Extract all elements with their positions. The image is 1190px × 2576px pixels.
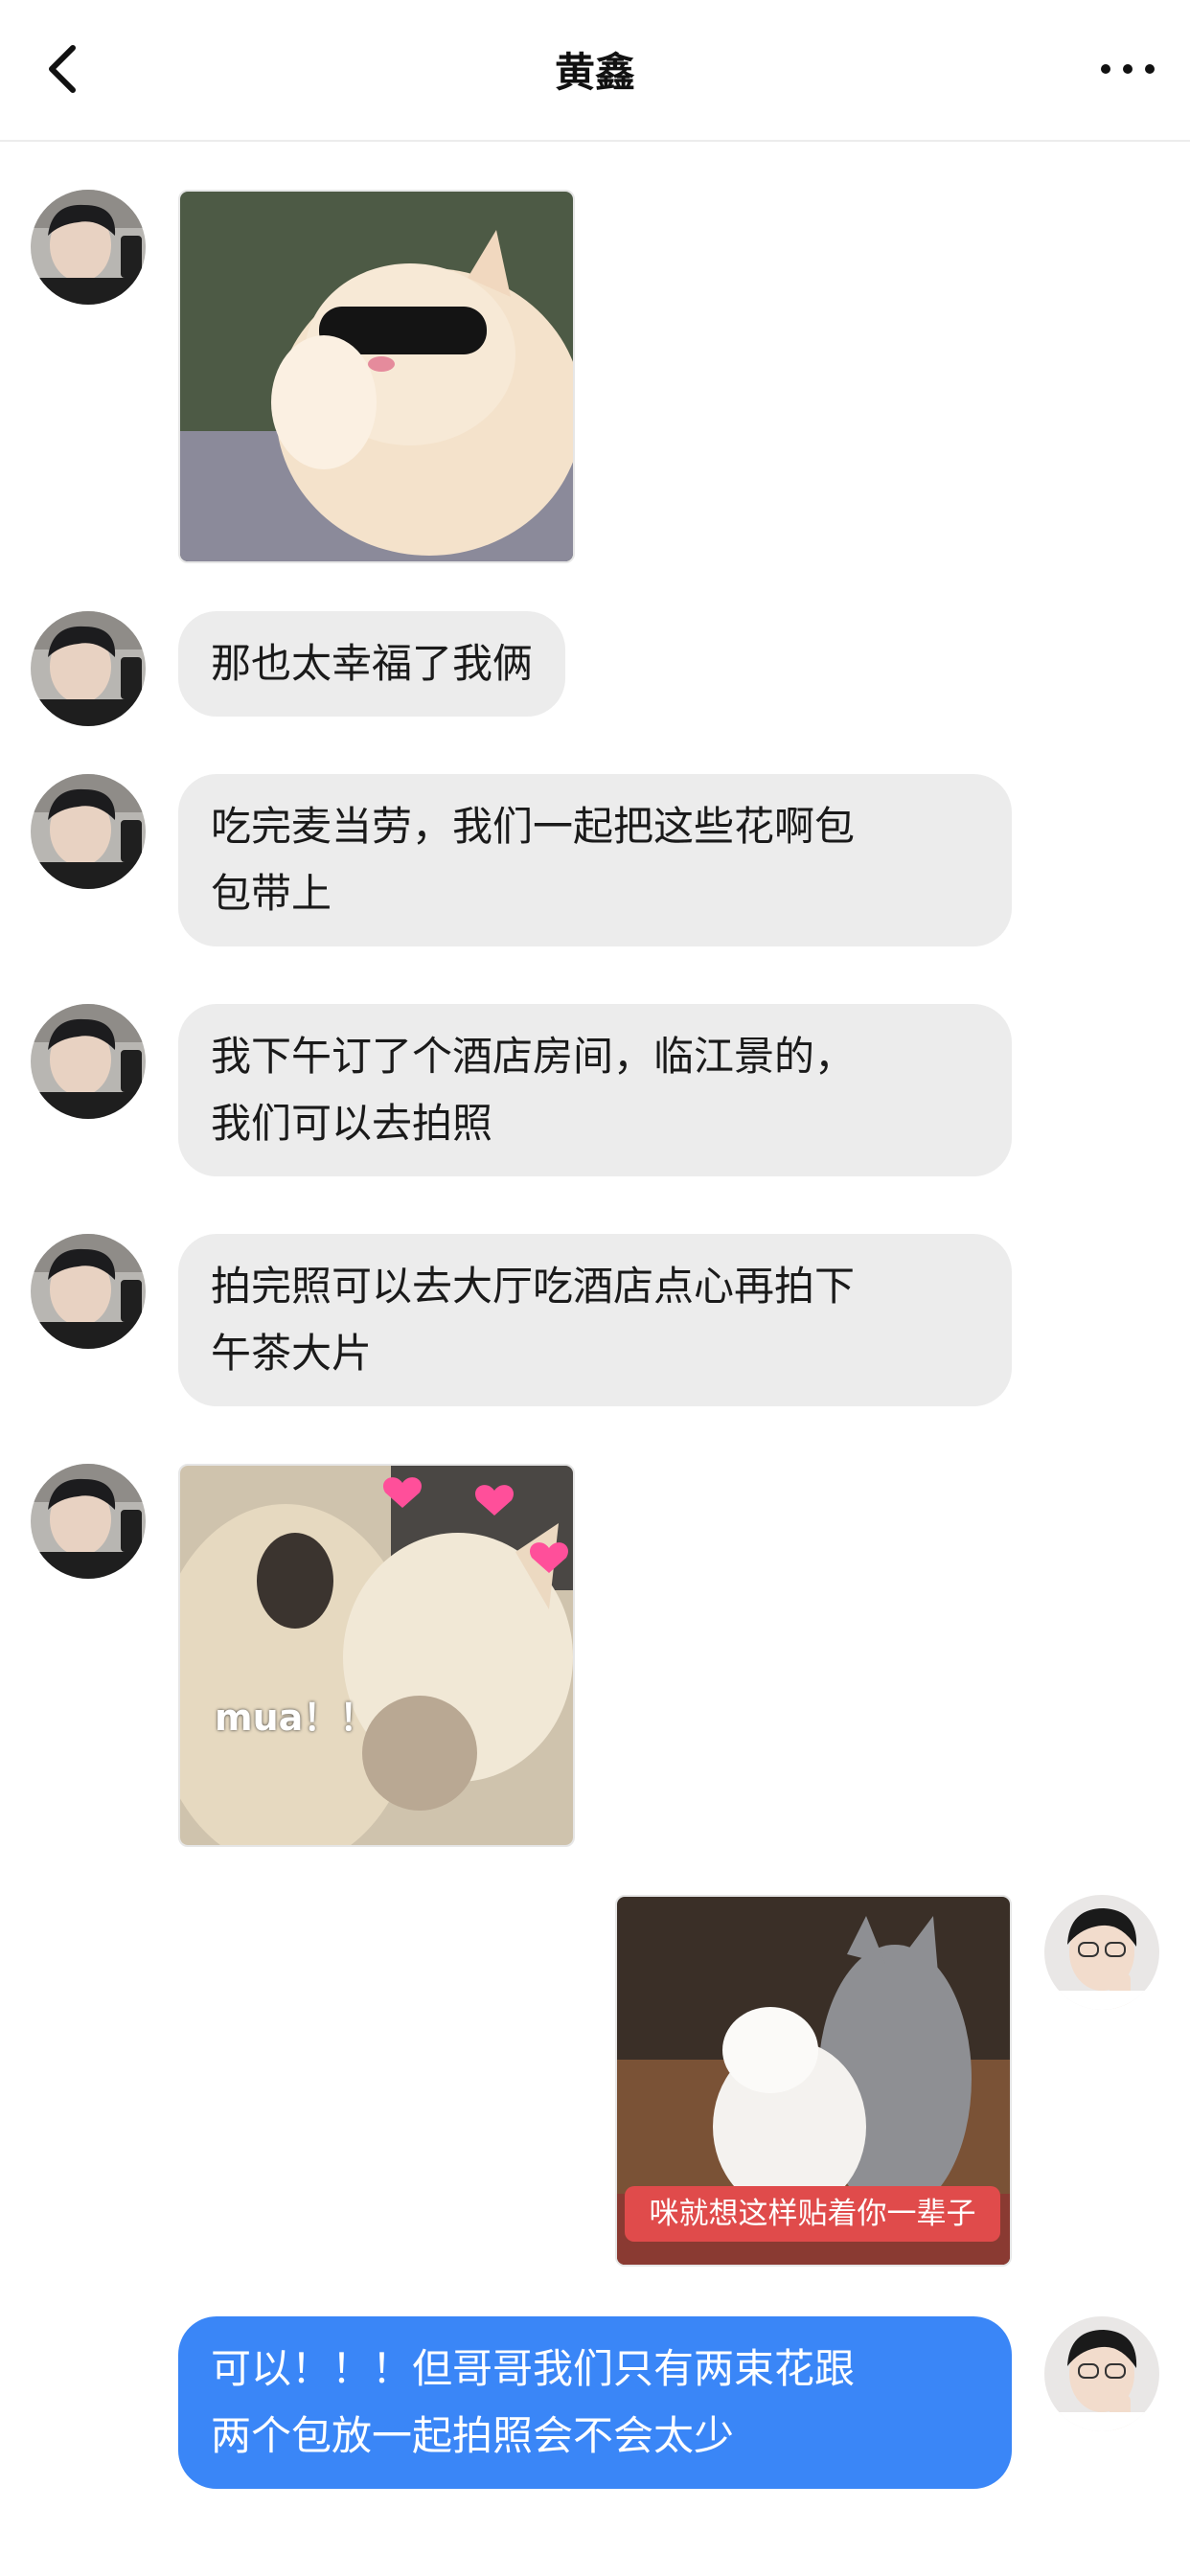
sticker-caption: 咪就想这样贴着你一辈子	[625, 2186, 1000, 2242]
message-bubble-outgoing[interactable]: 可以！！！但哥哥我们只有两束花跟 两个包放一起拍照会不会太少	[178, 2316, 1012, 2489]
chat-title: 黄鑫	[554, 49, 635, 96]
message-text-line: 两个包放一起拍照会不会太少	[211, 2412, 735, 2459]
self-avatar[interactable]	[1044, 1895, 1159, 2010]
message-text: 那也太幸福了我俩	[211, 640, 534, 687]
more-options-icon[interactable]	[1094, 38, 1161, 100]
contact-avatar[interactable]	[31, 774, 146, 889]
message-text-line: 可以！！！但哥哥我们只有两束花跟	[211, 2345, 856, 2392]
contact-avatar[interactable]	[31, 1234, 146, 1349]
message-bubble-incoming[interactable]: 那也太幸福了我俩	[178, 611, 566, 717]
message-text-line: 吃完麦当劳，我们一起把这些花啊包	[211, 803, 856, 850]
message-text-line: 我下午订了个酒店房间，临江景的，	[211, 1033, 856, 1080]
contact-avatar[interactable]	[31, 1464, 146, 1579]
message-text-line: 拍完照可以去大厅吃酒店点心再拍下	[211, 1263, 856, 1310]
contact-avatar[interactable]	[31, 190, 146, 305]
sticker-caption: mua！！	[215, 1697, 377, 1739]
message-bubble-incoming[interactable]: 拍完照可以去大厅吃酒店点心再拍下 午茶大片	[178, 1234, 1012, 1406]
sticker-cats-cuddling[interactable]: 咪就想这样贴着你一辈子	[615, 1895, 1012, 2267]
sticker-cat-sunglasses[interactable]	[178, 190, 575, 563]
contact-avatar[interactable]	[31, 1004, 146, 1119]
self-avatar[interactable]	[1044, 2316, 1159, 2431]
chat-header: 黄鑫	[0, 0, 1190, 142]
message-text-line: 我们可以去拍照	[211, 1100, 493, 1147]
message-text-line: 午茶大片	[211, 1330, 373, 1377]
message-bubble-incoming[interactable]: 我下午订了个酒店房间，临江景的， 我们可以去拍照	[178, 1004, 1012, 1176]
contact-avatar[interactable]	[31, 611, 146, 726]
message-text-line: 包带上	[211, 870, 332, 917]
message-bubble-incoming[interactable]: 吃完麦当劳，我们一起把这些花啊包 包带上	[178, 774, 1012, 946]
sticker-cats-kissing[interactable]: mua！！	[178, 1464, 575, 1847]
